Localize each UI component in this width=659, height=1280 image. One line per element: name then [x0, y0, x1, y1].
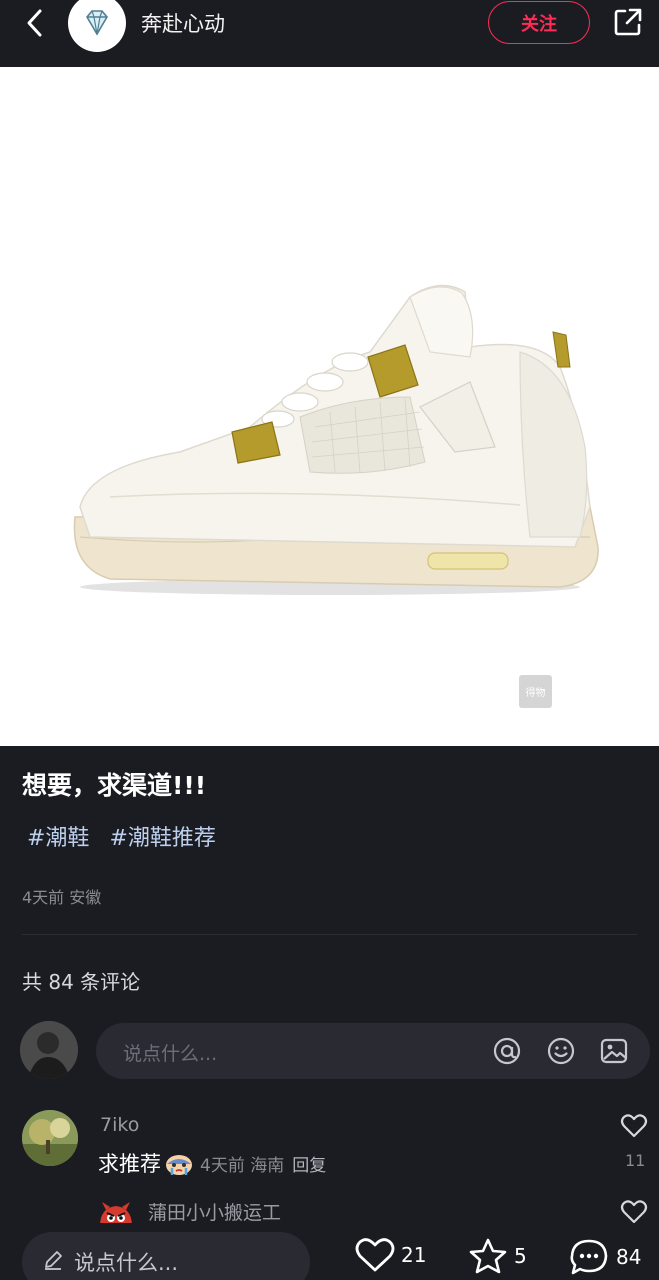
- sneaker-image: [73, 284, 599, 595]
- at-mention-icon[interactable]: [492, 1036, 522, 1066]
- emoji-icon[interactable]: [546, 1036, 576, 1066]
- star-count: 5: [514, 1244, 527, 1268]
- comment-meta: 4天前 海南: [200, 1155, 285, 1176]
- comment-body: 求推荐 4天前 海南 回复: [98, 1148, 326, 1178]
- avatar-photo-icon: [20, 1021, 78, 1079]
- image-picker-icon[interactable]: [599, 1036, 629, 1066]
- commenter-name[interactable]: 7iko: [100, 1114, 139, 1136]
- star-icon: [469, 1238, 507, 1274]
- bottom-comment-input[interactable]: 说点什么...: [22, 1232, 310, 1280]
- like-button[interactable]: 21: [355, 1237, 426, 1273]
- comment-count: 共 84 条评论: [22, 970, 141, 994]
- bottom-action-bar: 说点什么... 21 5 84: [0, 1223, 659, 1280]
- post-title: 想要，求渠道!!!: [22, 771, 207, 800]
- follow-button[interactable]: 关注: [488, 1, 590, 44]
- tag-chaoxie-tuijian[interactable]: #潮鞋推荐: [109, 820, 215, 852]
- top-bar: 奔赴心动 关注: [0, 0, 659, 67]
- reply-button[interactable]: 回复: [292, 1151, 326, 1176]
- share-icon[interactable]: [610, 4, 646, 40]
- diamond-icon: [86, 10, 108, 36]
- avatar-photo-icon: [22, 1110, 78, 1166]
- comment-like-count: 11: [625, 1151, 646, 1170]
- bottom-input-placeholder: 说点什么...: [74, 1251, 179, 1275]
- like-count: 21: [401, 1243, 427, 1267]
- watermark-logo: 得物: [519, 675, 552, 708]
- comment-total: 84: [616, 1245, 642, 1269]
- divider: [22, 934, 637, 935]
- back-arrow-icon[interactable]: [18, 6, 52, 40]
- post-image[interactable]: 得物: [0, 67, 659, 746]
- replier-name[interactable]: 蒲田小小搬运工: [148, 1198, 281, 1225]
- post-meta: 4天前 安徽: [22, 888, 102, 907]
- comment-input-placeholder: 说点什么...: [123, 1043, 218, 1065]
- tag-chaoxie[interactable]: #潮鞋: [27, 820, 89, 852]
- tag-list: #潮鞋 #潮鞋推荐: [27, 820, 216, 852]
- author-name[interactable]: 奔赴心动: [141, 8, 225, 38]
- heart-icon[interactable]: [620, 1198, 648, 1226]
- comment-bubble-icon: [570, 1239, 608, 1275]
- commenter-avatar[interactable]: [22, 1110, 78, 1166]
- my-avatar: [20, 1021, 78, 1079]
- author-avatar[interactable]: [68, 0, 126, 52]
- comment-input[interactable]: 说点什么...: [96, 1023, 650, 1079]
- crying-emoji-icon: [166, 1155, 192, 1175]
- heart-icon: [355, 1238, 395, 1272]
- star-button[interactable]: 5: [468, 1237, 527, 1275]
- comment-text: 求推荐: [98, 1152, 161, 1176]
- heart-icon[interactable]: [620, 1112, 648, 1140]
- comment-button[interactable]: 84: [568, 1237, 641, 1277]
- pencil-icon: [45, 1251, 62, 1270]
